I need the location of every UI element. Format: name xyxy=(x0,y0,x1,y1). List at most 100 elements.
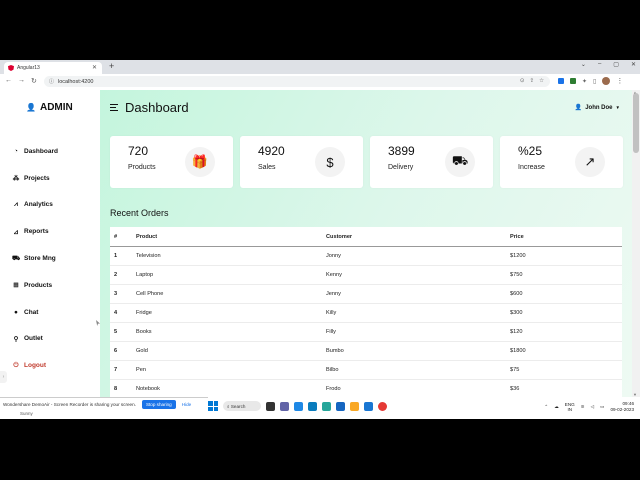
page-scrollbar[interactable]: ▲ ▼ xyxy=(632,90,640,397)
col-header-product: Product xyxy=(135,227,325,247)
skype-icon[interactable] xyxy=(294,401,303,411)
browser-tab[interactable]: Angular13 ✕ xyxy=(4,62,102,74)
cell-number: 6 xyxy=(110,341,135,361)
vscode-icon[interactable] xyxy=(364,401,373,411)
cell-number: 3 xyxy=(110,284,135,304)
stat-card-sales: 4920 Sales $ xyxy=(240,136,363,188)
forward-icon[interactable]: → xyxy=(18,77,25,84)
puzzle-icon[interactable]: ✦ xyxy=(582,78,587,85)
sidebar-toggle[interactable]: › xyxy=(0,371,7,383)
sidebar-item-products[interactable]: ⊞ Products xyxy=(12,272,58,299)
mail-icon[interactable] xyxy=(336,401,345,411)
cell-customer: Kenny xyxy=(325,265,509,285)
windows-start-icon[interactable] xyxy=(208,401,218,411)
teams-icon[interactable] xyxy=(280,401,289,411)
cell-customer: Filly xyxy=(325,322,509,342)
table-row: 3 Cell Phone Jenny $600 xyxy=(110,284,622,304)
cell-number: 5 xyxy=(110,322,135,342)
new-tab-button[interactable]: + xyxy=(109,61,114,71)
sidebar-item-label: Outlet xyxy=(24,335,43,343)
taskbar-search[interactable]: ⌕ Search xyxy=(223,401,261,411)
hamburger-icon[interactable] xyxy=(110,104,118,111)
sidebar-item-label: Store Mng xyxy=(24,255,56,263)
edge-icon[interactable] xyxy=(308,401,317,411)
cell-number: 4 xyxy=(110,303,135,323)
site-info-icon[interactable]: ⓘ xyxy=(49,78,54,85)
main-content: Dashboard 👤 John Doe ▼ 720 Products 🎁 4920 S… xyxy=(100,90,632,397)
sidebar-item-reports[interactable]: ⊿ Reports xyxy=(12,218,58,245)
sidebar-item-store-mng[interactable]: ⛟ Store Mng xyxy=(12,245,58,272)
projects-icon: ⁂ xyxy=(12,175,20,183)
chrome-icon[interactable] xyxy=(378,401,387,411)
table-row: 6 Gold Bumbo $1800 xyxy=(110,341,622,361)
tray-overflow-icon[interactable]: ⌃ xyxy=(544,404,548,410)
stat-label: Products xyxy=(128,164,156,171)
table-header-row: # Product Customer Price xyxy=(110,227,622,247)
sidebar-item-label: Products xyxy=(24,281,53,289)
profile-avatar[interactable] xyxy=(602,77,611,85)
sidebar: 👤 ADMIN ◔ Dashboard ⁂ Projects ⩘ Analytics ⊿ Re… xyxy=(0,90,101,397)
sidebar-item-logout[interactable]: ⏻ Logout xyxy=(12,352,58,379)
sidepanel-icon[interactable]: ▯ xyxy=(593,78,596,85)
col-header-number: # xyxy=(110,227,135,247)
cell-price: $75 xyxy=(509,360,622,380)
stop-sharing-button[interactable]: Stop sharing xyxy=(141,400,176,409)
battery-icon[interactable]: ▭ xyxy=(600,404,604,410)
bookmark-star-icon[interactable]: ☆ xyxy=(539,78,544,84)
user-menu[interactable]: 👤 John Doe ▼ xyxy=(574,104,620,112)
extensions-area: ✦ ▯ ⋮ xyxy=(558,77,623,85)
stat-card-increase: %25 Increase ↗ xyxy=(500,136,623,188)
sidebar-item-outlet[interactable]: ⚲ Outlet xyxy=(12,326,58,353)
share-icon[interactable]: ⇪ xyxy=(529,78,534,84)
sidebar-item-label: Analytics xyxy=(24,201,53,209)
stat-cards: 720 Products 🎁 4920 Sales $3899 Delivery ⛟ %25 In… xyxy=(110,136,623,188)
close-window-button[interactable]: ✕ xyxy=(631,61,636,68)
region-code: IN xyxy=(567,406,573,412)
analytics-icon: ⩘ xyxy=(14,200,18,208)
stat-value: %25 xyxy=(518,144,543,158)
maximize-button[interactable]: ▢ xyxy=(613,61,619,68)
app-icon[interactable] xyxy=(322,401,331,411)
taskbar-search-label: Search xyxy=(230,403,246,409)
hide-link[interactable]: Hide xyxy=(182,402,191,407)
reload-icon[interactable]: ↻ xyxy=(31,77,37,85)
sidebar-menu: ◔ Dashboard ⁂ Projects ⩘ Analytics ⊿ Reports ⛟ St… xyxy=(12,138,58,379)
brand[interactable]: 👤 ADMIN xyxy=(26,102,73,113)
minimize-button[interactable]: – xyxy=(598,61,601,68)
language-indicator[interactable]: ENG IN xyxy=(565,402,575,412)
wifi-icon[interactable]: ≋ xyxy=(581,404,585,410)
sidebar-item-analytics[interactable]: ⩘ Analytics xyxy=(12,192,58,219)
file-explorer-icon[interactable] xyxy=(350,401,359,411)
sidebar-item-projects[interactable]: ⁂ Projects xyxy=(12,165,58,192)
url-input[interactable]: ⓘ localhost:4200 ⊙ ⇪ ☆ xyxy=(44,76,550,87)
chat-icon: ● xyxy=(14,308,18,316)
stat-card-delivery: 3899 Delivery ⛟ xyxy=(370,136,493,188)
clock[interactable]: 09:46 09-02-2023 xyxy=(611,401,635,412)
user-secret-icon: 👤 xyxy=(26,103,36,112)
cell-customer: Jonny xyxy=(325,246,509,266)
screen: Angular13 ✕ + ⌄ – ▢ ✕ ← → ↻ ⓘ localhost:… xyxy=(0,60,640,419)
scrollbar-thumb[interactable] xyxy=(633,93,639,153)
table-row: 4 Fridge Killy $300 xyxy=(110,303,622,323)
user-name: John Doe xyxy=(585,104,613,111)
cloud-icon[interactable]: ☁ xyxy=(554,404,559,410)
sidebar-item-chat[interactable]: ● Chat xyxy=(12,299,58,326)
volume-icon[interactable]: ◁ xyxy=(591,404,595,410)
back-icon[interactable]: ← xyxy=(5,77,12,84)
products-icon: ⊞ xyxy=(13,282,19,290)
recent-orders-title: Recent Orders xyxy=(110,208,169,218)
close-tab-icon[interactable]: ✕ xyxy=(92,64,97,71)
sidebar-item-label: Logout xyxy=(24,362,47,370)
sidebar-item-dashboard[interactable]: ◔ Dashboard xyxy=(12,138,58,165)
menu-kebab-icon[interactable]: ⋮ xyxy=(616,77,623,85)
extension-icon[interactable] xyxy=(558,78,564,84)
google-lens-icon[interactable]: ⊙ xyxy=(520,78,525,84)
outlet-icon: ⚲ xyxy=(13,335,19,343)
tab-search-icon[interactable]: ⌄ xyxy=(581,61,586,68)
task-view-icon[interactable] xyxy=(266,401,275,411)
cell-price: $1800 xyxy=(509,341,622,361)
weather-widget[interactable]: Sunny xyxy=(20,411,33,416)
brand-name: ADMIN xyxy=(39,102,73,113)
user-icon: 👤 xyxy=(574,105,583,111)
extension-icon[interactable] xyxy=(570,78,576,84)
